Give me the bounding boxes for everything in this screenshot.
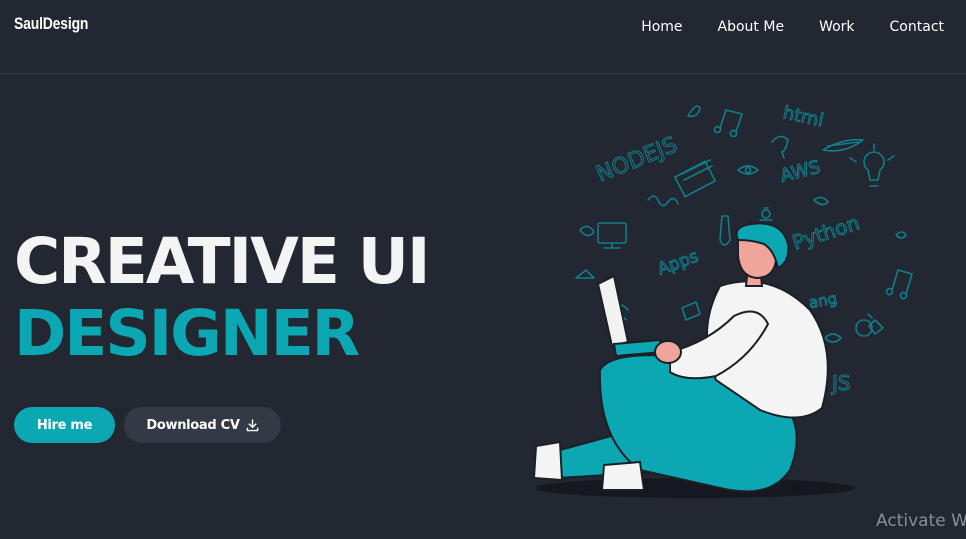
download-icon	[246, 418, 258, 431]
nav-home[interactable]: Home	[641, 18, 682, 36]
page: SaulDesign Home About Me Work Contact CR…	[0, 0, 966, 539]
doodle-aws: AWS	[778, 157, 822, 187]
hire-me-label: Hire me	[36, 417, 93, 433]
doodle-js: JS	[830, 371, 851, 395]
nav-work[interactable]: Work	[819, 18, 854, 36]
doodle-nodejs: NODEJS	[593, 133, 681, 188]
developer-illustration: NODEJS html AWS Python JS Apps ang	[532, 102, 913, 498]
doodle-python: Python	[789, 211, 862, 255]
hire-me-button[interactable]: Hire me	[14, 407, 115, 443]
main-nav: Home About Me Work Contact	[606, 18, 944, 36]
hero-heading-line2: DESIGNER	[14, 297, 360, 370]
doodle-html: html	[781, 102, 825, 131]
hero-heading: CREATIVE UI DESIGNER	[14, 225, 430, 370]
site-logo[interactable]: SaulDesign	[14, 14, 88, 34]
doodle-apps: Apps	[655, 246, 702, 279]
download-cv-label: Download CV	[146, 417, 240, 433]
nav-contact[interactable]: Contact	[890, 18, 944, 36]
activate-windows-watermark: Activate W	[876, 511, 966, 531]
top-navbar: SaulDesign Home About Me Work Contact	[0, 0, 966, 74]
hero-heading-line1: CREATIVE UI	[14, 225, 430, 298]
nav-about-me[interactable]: About Me	[718, 18, 785, 36]
download-cv-button[interactable]: Download CV	[124, 407, 281, 443]
doodle-angular: ang	[808, 289, 839, 312]
